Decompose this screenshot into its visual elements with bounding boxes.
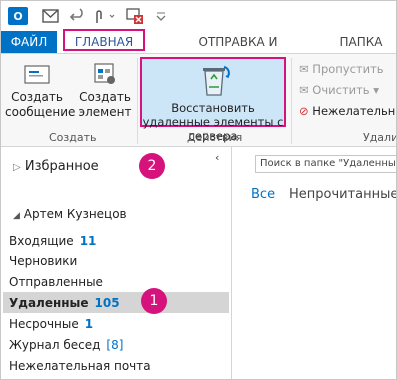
- ribbon-separator-2: [291, 58, 292, 144]
- favorites-label: Избранное: [24, 159, 99, 174]
- group-actions-label: Действия: [187, 131, 243, 144]
- junk-button[interactable]: ⊘ Нежелательные: [299, 101, 396, 122]
- folder-name: Отправленные: [9, 275, 103, 289]
- expand-triangle-icon: ▷: [13, 162, 21, 173]
- recycle-bin-icon: [199, 63, 231, 102]
- ribbon: Создать сообщение Создать элемент Создат…: [1, 54, 396, 147]
- folder-pane: ‹ ▷ Избранное 2 ◢ Артем Кузнецов Входящи…: [1, 147, 232, 379]
- ribbon-tabs: ФАЙЛ ГЛАВНАЯ ОТПРАВКА И ПОЛУЧЕНИЕ ПАПКА: [1, 29, 396, 71]
- folder-name: Несрочные: [9, 317, 79, 331]
- outlook-logo-icon: O: [8, 7, 28, 25]
- item-count: [8]: [106, 338, 124, 352]
- restore-deleted-items-button[interactable]: Восстановить удаленные элементы с сервер…: [140, 57, 286, 143]
- tab-home[interactable]: ГЛАВНАЯ: [63, 29, 145, 51]
- new-email-label: Создать сообщение: [5, 90, 76, 119]
- account-group[interactable]: ◢ Артем Кузнецов: [13, 207, 127, 221]
- folder-clutter[interactable]: Несрочные 1: [9, 314, 93, 334]
- new-email-button[interactable]: Создать сообщение: [5, 60, 76, 120]
- tab-file[interactable]: ФАЙЛ: [1, 31, 57, 53]
- filter-unread[interactable]: Непрочитанные: [289, 187, 396, 202]
- folder-name: Черновики: [9, 254, 78, 268]
- callout-badge-2: 2: [139, 153, 165, 179]
- envelope-icon: [5, 60, 69, 90]
- ignore-button[interactable]: ✉ Пропустить: [299, 59, 396, 80]
- ignore-label: Пропустить: [312, 62, 384, 76]
- new-item-button[interactable]: Создать элемент: [75, 60, 135, 120]
- folder-drafts[interactable]: Черновики: [9, 251, 77, 271]
- new-item-label: Создать элемент: [78, 90, 132, 119]
- outlook-window: O ФАЙЛ ГЛАВНАЯ ОТПРАВКА И ПОЛУЧЕНИЕ ПАПК…: [0, 0, 397, 380]
- unread-count: 105: [94, 296, 120, 310]
- filter-all[interactable]: Все: [251, 187, 275, 202]
- tab-send-receive[interactable]: ОТПРАВКА И ПОЛУЧЕНИЕ: [163, 31, 313, 71]
- cleanup-chevron-down-icon: ▾: [373, 83, 380, 97]
- unread-count: 1: [84, 317, 94, 331]
- ignore-icon: ✉: [299, 62, 309, 76]
- touch-mode-icon[interactable]: [91, 7, 115, 25]
- customize-chevron-icon[interactable]: [155, 7, 167, 25]
- cleanup-icon: ✉: [299, 83, 309, 97]
- delete-mail-icon[interactable]: [125, 7, 145, 25]
- delete-group-items: ✉ Пропустить ✉ Очистить ▾ ⊘ Нежелательны…: [299, 59, 396, 122]
- send-receive-all-icon[interactable]: [41, 7, 61, 25]
- cleanup-label: Очистить: [312, 83, 370, 97]
- collapse-pane-icon[interactable]: ‹: [215, 151, 219, 164]
- favorites-group[interactable]: ▷ Избранное: [13, 159, 99, 174]
- collapse-triangle-icon: ◢: [13, 211, 20, 221]
- search-input[interactable]: Поиск в папке "Удаленные: [255, 155, 396, 173]
- cleanup-button[interactable]: ✉ Очистить ▾: [299, 80, 396, 101]
- undo-icon[interactable]: [69, 7, 87, 25]
- new-items-icon: [75, 60, 135, 90]
- tab-folder[interactable]: ПАПКА: [331, 31, 391, 53]
- group-create-label: Создать: [49, 131, 97, 144]
- message-list: Поиск в папке "Удаленные Все Непрочитанн…: [241, 147, 396, 379]
- folder-deleted[interactable]: Удаленные 105: [9, 293, 120, 313]
- unread-count: 11: [79, 234, 97, 248]
- folder-conversation-history[interactable]: Журнал бесед [8]: [9, 335, 123, 355]
- folder-name: Нежелательная почта: [9, 359, 151, 373]
- junk-icon: ⊘: [299, 104, 309, 118]
- folder-name: Журнал бесед: [9, 338, 101, 352]
- folder-sent[interactable]: Отправленные: [9, 272, 103, 292]
- folder-inbox[interactable]: Входящие 11: [9, 231, 96, 251]
- folder-name: Удаленные: [9, 296, 89, 310]
- callout-badge-1: 1: [141, 288, 167, 314]
- account-label: Артем Кузнецов: [23, 207, 127, 221]
- ribbon-separator: [137, 58, 138, 144]
- group-delete-label: Удалит: [363, 131, 396, 144]
- quick-access-toolbar: O: [1, 1, 396, 31]
- folder-name: Входящие: [9, 234, 74, 248]
- junk-label: Нежелательные: [312, 104, 396, 118]
- folder-junk[interactable]: Нежелательная почта: [9, 356, 151, 376]
